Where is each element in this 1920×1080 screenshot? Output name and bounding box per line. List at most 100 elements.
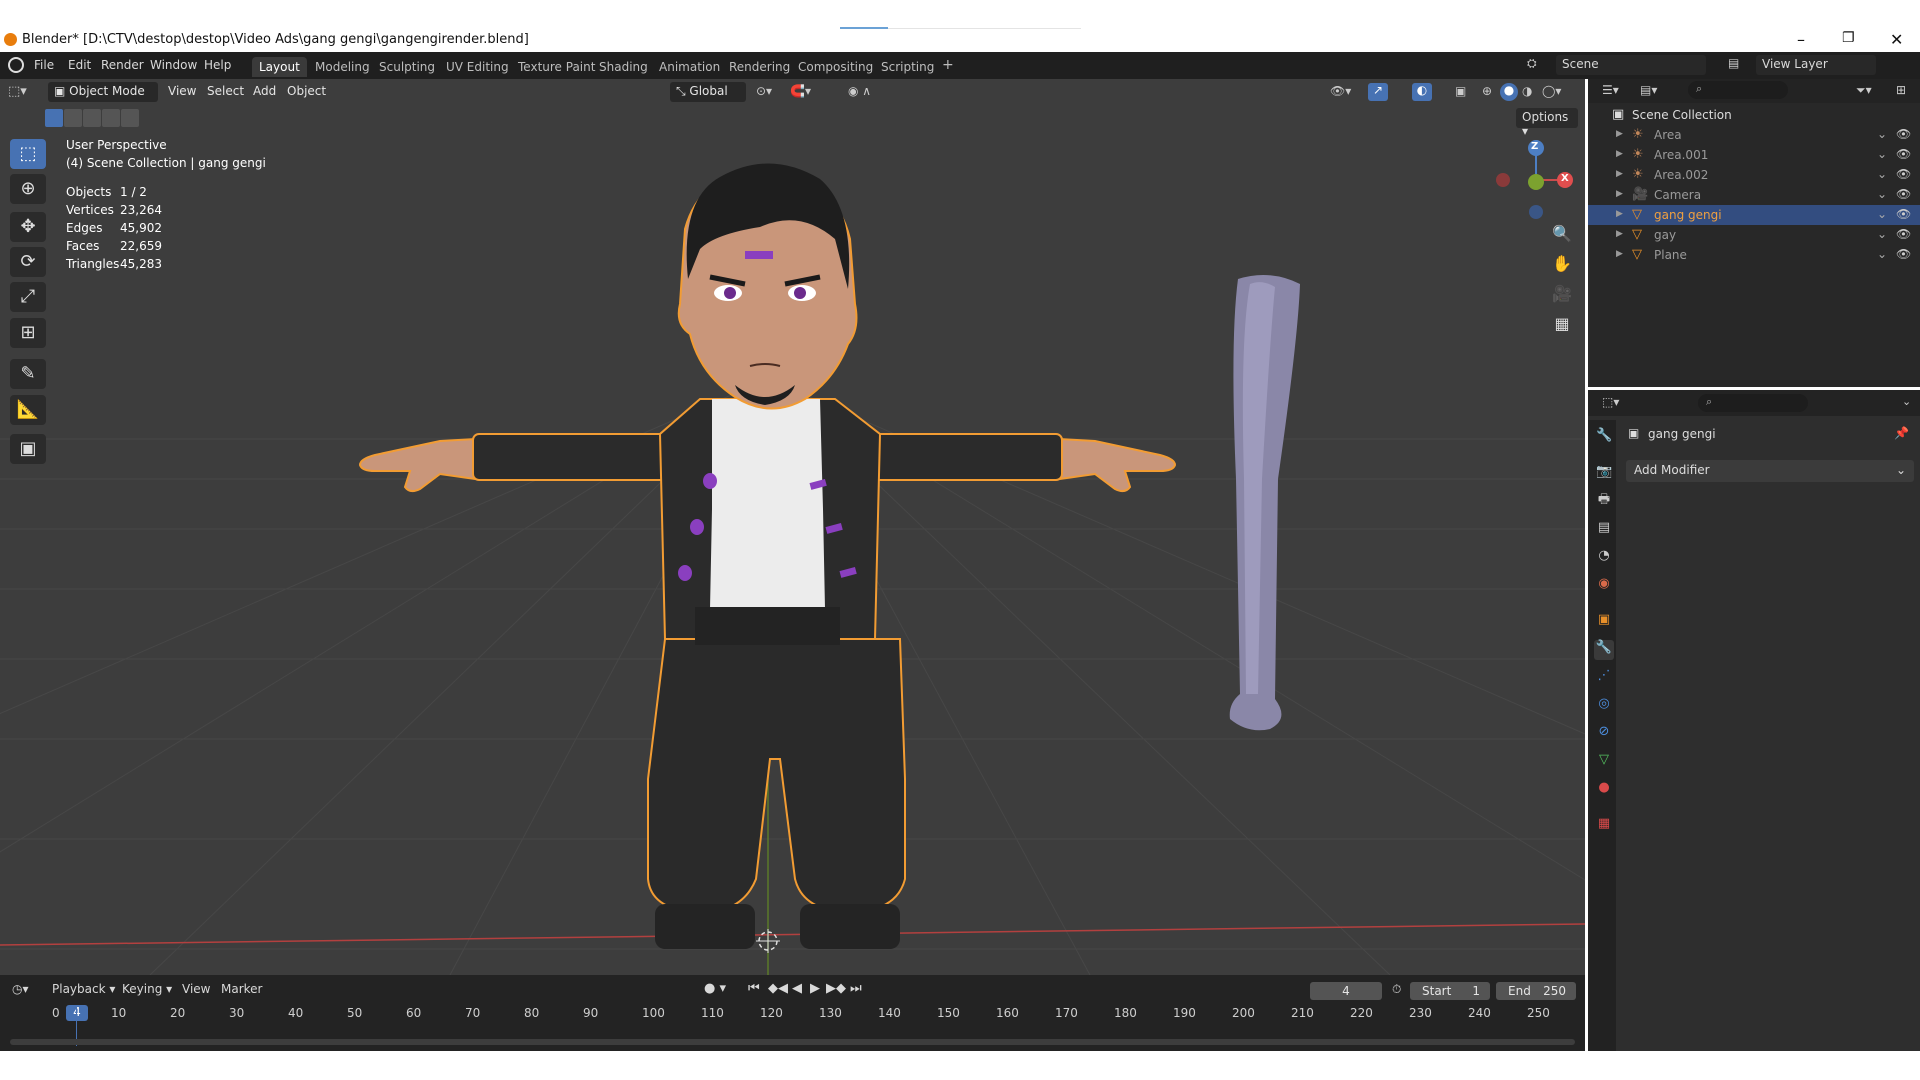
menu-edit[interactable]: Edit [68,58,91,72]
rotate-tool-icon[interactable]: ⟳ [10,247,46,277]
eye-icon[interactable]: 👁 [1896,147,1911,161]
menu-timeline-view[interactable]: View [182,982,210,996]
eye-icon[interactable]: 👁 [1896,167,1911,181]
outliner-editor-icon[interactable]: ☰▾ [1602,83,1619,97]
render-visibility-icon[interactable]: ⌄ [1877,207,1887,221]
eye-icon[interactable]: 👁 [1896,127,1911,141]
zoom-icon[interactable]: 🔍 [1548,220,1576,248]
menu-keying[interactable]: Keying ▾ [122,982,172,996]
tab-sculpting[interactable]: Sculpting [372,57,442,77]
expand-arrow-icon[interactable]: ▶ [1616,189,1623,199]
menu-add[interactable]: Add [253,84,276,98]
render-visibility-icon[interactable]: ⌄ [1877,187,1887,201]
transform-tool-icon[interactable]: ⊞ [10,318,46,348]
texture-tab-icon[interactable]: ▦ [1596,816,1612,832]
play-icon[interactable]: ▶ [810,981,820,996]
add-cube-tool-icon[interactable]: ▣ [10,434,46,464]
timeline-scrollbar[interactable] [10,1039,1575,1045]
expand-arrow-icon[interactable]: ▶ [1616,209,1623,219]
transform-orientation-dropdown[interactable]: ⤡ Global [670,82,746,102]
pan-hand-icon[interactable]: ✋ [1548,250,1576,278]
render-visibility-icon[interactable]: ⌄ [1877,227,1887,241]
tab-rendering[interactable]: Rendering [722,57,797,77]
gizmo-toggle-icon[interactable]: ↗ [1368,83,1388,101]
properties-options-icon[interactable]: ⌄ [1902,395,1911,408]
expand-arrow-icon[interactable]: ▶ [1616,149,1623,159]
wireframe-shading-icon[interactable]: ⊕ [1482,84,1492,98]
constraints-tab-icon[interactable]: ⊘ [1596,724,1612,740]
restore-button[interactable]: ❐ [1842,30,1855,46]
3d-viewport[interactable] [0,79,1585,975]
menu-object[interactable]: Object [287,84,326,98]
record-icon[interactable]: ● ▾ [704,981,726,996]
world-tab-icon[interactable]: ◉ [1596,576,1612,592]
outliner-item-area[interactable]: ▶ ☀ Area ⌄ 👁 [1588,125,1920,145]
xray-icon[interactable]: ▣ [1455,84,1466,98]
eye-icon[interactable]: 👁 [1896,187,1911,201]
pin-icon[interactable]: 📌 [1894,426,1909,440]
menu-render[interactable]: Render [101,58,144,72]
select-invert-icon[interactable] [102,109,120,127]
outliner-item-area-001[interactable]: ▶ ☀ Area.001 ⌄ 👁 [1588,145,1920,165]
new-collection-icon[interactable]: ⊞ [1896,83,1906,97]
annotate-tool-icon[interactable]: ✎ [10,359,46,389]
blender-menu-icon[interactable] [8,57,24,73]
pivot-icon[interactable]: ⊙▾ [756,84,772,98]
menu-marker[interactable]: Marker [221,982,262,996]
jump-start-icon[interactable]: ⏮ [748,981,760,996]
render-visibility-icon[interactable]: ⌄ [1877,167,1887,181]
material-shading-icon[interactable]: ◑ [1522,84,1532,98]
eye-icon[interactable]: 👁 [1896,207,1911,221]
physics-tab-icon[interactable]: ◎ [1596,696,1612,712]
outliner-scene-collection[interactable]: ▣ Scene Collection [1588,105,1920,125]
minimize-button[interactable]: – [1797,30,1805,49]
tab-texture-paint[interactable]: Texture Paint [511,57,602,77]
close-button[interactable]: ✕ [1890,30,1903,49]
object-tab-icon[interactable]: ▣ [1596,612,1612,628]
view-layer-selector[interactable]: View Layer [1756,55,1876,75]
visibility-icon[interactable]: 👁▾ [1330,84,1351,98]
expand-arrow-icon[interactable]: ▶ [1616,169,1623,179]
eye-icon[interactable]: 👁 [1896,247,1911,261]
measure-tool-icon[interactable]: 📐 [10,395,46,425]
menu-window[interactable]: Window [150,58,197,72]
snap-icon[interactable]: 🧲▾ [790,84,811,98]
jump-end-icon[interactable]: ⏭ [850,981,862,996]
cursor-tool-icon[interactable]: ⊕ [10,174,46,204]
proportional-edit-icon[interactable]: ◉ ∧ [848,84,871,98]
options-dropdown[interactable]: Options ▾ [1516,108,1578,138]
select-intersect-icon[interactable] [121,109,139,127]
timeline-editor-icon[interactable]: ◷▾ [12,982,29,996]
play-reverse-icon[interactable]: ◀ [792,981,802,996]
filter-icon[interactable]: ⏷▾ [1856,83,1872,98]
menu-playback[interactable]: Playback ▾ [52,982,115,996]
ortho-grid-icon[interactable]: ▦ [1548,310,1576,338]
outliner-item-area-002[interactable]: ▶ ☀ Area.002 ⌄ 👁 [1588,165,1920,185]
rendered-shading-icon[interactable]: ◯▾ [1542,84,1561,98]
outliner-item-gang-gengi[interactable]: ▶ ▽ gang gengi ⌄ 👁 [1588,205,1920,225]
menu-file[interactable]: File [34,58,54,72]
outliner-item-camera[interactable]: ▶ 🎥 Camera ⌄ 👁 [1588,185,1920,205]
render-visibility-icon[interactable]: ⌄ [1877,147,1887,161]
tab-uv-editing[interactable]: UV Editing [439,57,516,77]
tab-compositing[interactable]: Compositing [791,57,880,77]
render-visibility-icon[interactable]: ⌄ [1877,127,1887,141]
render-tab-icon[interactable]: 📷 [1596,464,1612,480]
add-modifier-dropdown[interactable]: Add Modifier ⌄ [1626,460,1914,482]
playhead-frame-badge[interactable]: 4 [66,1005,88,1021]
editor-type-icon[interactable]: ⬚▾ [8,84,36,102]
menu-view[interactable]: View [168,84,196,98]
prev-keyframe-icon[interactable]: ◆◀ [768,981,788,996]
tab-modeling[interactable]: Modeling [308,57,377,77]
move-tool-icon[interactable]: ✥ [10,212,46,242]
data-tab-icon[interactable]: ▽ [1596,752,1612,768]
material-tab-icon[interactable]: ● [1596,780,1612,796]
menu-select[interactable]: Select [207,84,244,98]
expand-arrow-icon[interactable]: ▶ [1616,129,1623,139]
expand-arrow-icon[interactable]: ▶ [1616,229,1623,239]
tool-tab-icon[interactable]: 🔧 [1596,428,1612,444]
gizmo-x-label[interactable]: X [1561,173,1569,184]
output-tab-icon[interactable]: 🖶 [1596,492,1612,508]
mode-dropdown[interactable]: ▣ Object Mode [48,82,158,102]
select-extend-icon[interactable] [64,109,82,127]
